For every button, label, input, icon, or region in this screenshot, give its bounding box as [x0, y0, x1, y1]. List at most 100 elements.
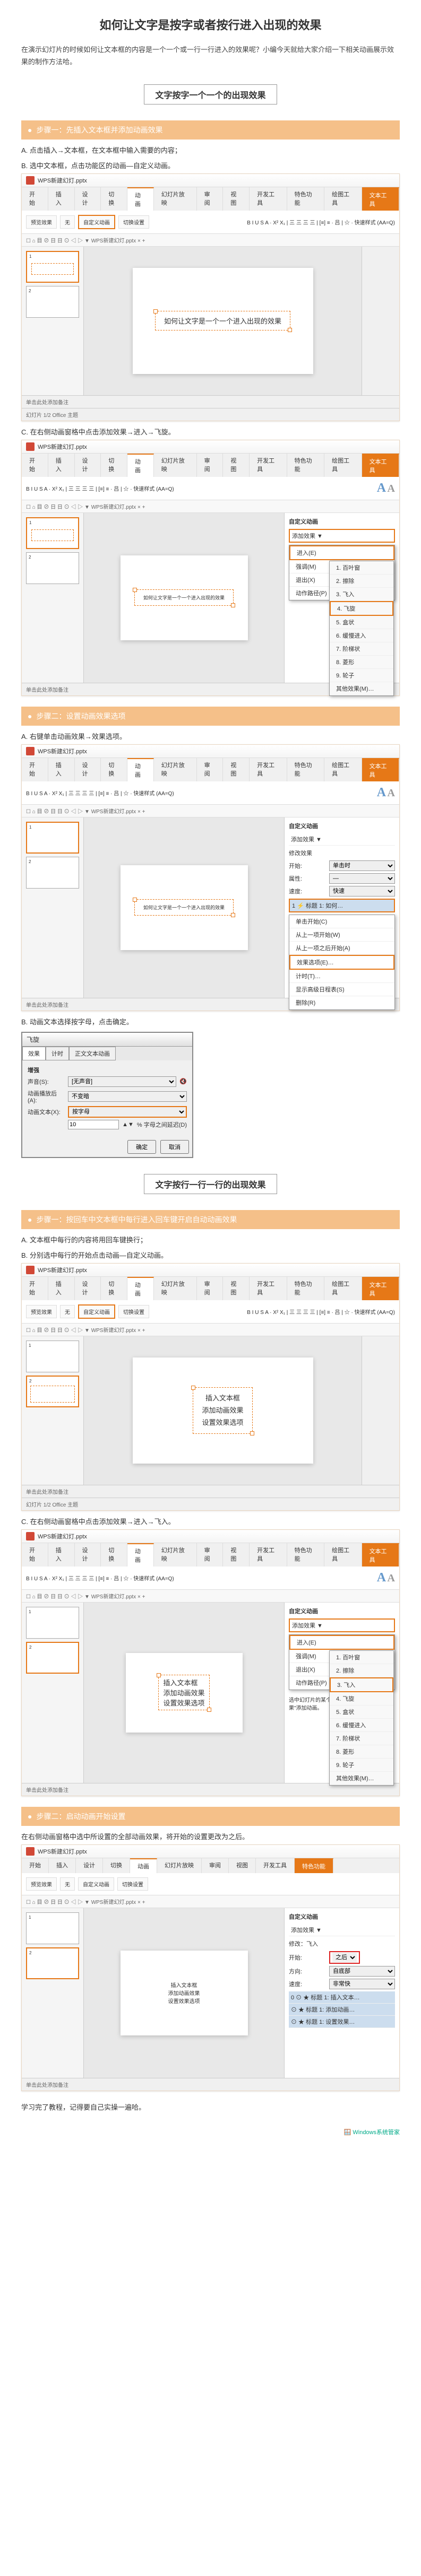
- dlg-tab-effect[interactable]: 效果: [22, 1047, 46, 1060]
- slide-thumb-2[interactable]: 2: [26, 286, 79, 318]
- anim-item-3[interactable]: ⊙ ★ 标题 1: 设置效果…: [289, 2016, 395, 2028]
- wps-filename: WPS新建幻灯.pptx: [38, 176, 87, 185]
- effect-wheel[interactable]: 9. 轮子: [330, 669, 393, 682]
- side-props: [362, 247, 399, 395]
- effect-fly-in[interactable]: 3. 飞入: [330, 1677, 393, 1692]
- after-select[interactable]: 不变暗: [68, 1091, 187, 1102]
- screenshot-1: WPS新建幻灯.pptx 开始 插入 设计 切换 动画 幻灯片放映 审阅 视图 …: [21, 173, 400, 421]
- enhance-label: 增强: [28, 1066, 187, 1074]
- anim-text-select[interactable]: 按字母: [68, 1106, 187, 1118]
- ctx-timing[interactable]: 计时(T)…: [289, 970, 394, 983]
- ctx-start-click[interactable]: 单击开始(C): [289, 915, 394, 928]
- wps-logo-icon: [26, 176, 35, 185]
- anim-text-label: 动画文本(X):: [28, 1108, 65, 1116]
- enter-submenu: 1. 百叶窗 2. 擦除 3. 飞入 4. 飞旋 5. 盒状 6. 缓慢进入 7…: [329, 561, 394, 696]
- anim-pane-title: 自定义动画: [289, 517, 395, 526]
- step-3c: C. 在右侧动画窗格中点击添加效果→进入→飞入。: [21, 1516, 400, 1526]
- anim-item-1[interactable]: 0 ⊙ ★ 标题 1: 插入文本…: [289, 1991, 395, 2004]
- anim-list-selected[interactable]: 1 ⚡ 标题 1: 如何…: [289, 899, 395, 912]
- tab-review[interactable]: 审阅: [197, 187, 224, 211]
- divider-1: 文字按字一个一个的出现效果: [144, 84, 277, 105]
- step-1b: B. 选中文本框，点击功能区的动画—自定义动画。: [21, 160, 400, 170]
- tab-view[interactable]: 视图: [223, 187, 250, 211]
- anim-add-effect-btn[interactable]: 添加效果 ▼: [289, 529, 395, 543]
- dlg-tab-timing[interactable]: 计时: [46, 1047, 69, 1060]
- step-3b: B. 分别选中每行的开始点击动画—自定义动画。: [21, 1250, 400, 1260]
- section-bar-4: 步骤二：启动动画开始设置: [21, 1807, 400, 1826]
- cancel-button[interactable]: 取消: [160, 1140, 189, 1154]
- tab-dev[interactable]: 开发工具: [250, 187, 287, 211]
- step-1c: C. 在右侧动画窗格中点击添加效果→进入→飞旋。: [21, 427, 400, 437]
- sound-label: 声音(S):: [28, 1077, 65, 1086]
- footer-logo: 🪟 Windows系统管家: [21, 2128, 400, 2136]
- wps-tabs: 开始 插入 设计 切换 动画 幻灯片放映 审阅 视图 开发工具 特色功能 绘图工…: [22, 187, 399, 211]
- effect-dialog: 飞旋 效果 计时 正文文本动画 增强 声音(S):[无声音] 🔇 动画播放后(A…: [21, 1032, 193, 1158]
- ctx-remove[interactable]: 删除(R): [289, 996, 394, 1009]
- ribbon-none[interactable]: 无: [60, 215, 75, 229]
- animation-pane: 自定义动画 添加效果 ▼ 进入(E) 强调(M) 退出(X) 动作路径(P) 1…: [284, 513, 399, 683]
- closing-text: 学习完了教程，记得要自己实操一遍哈。: [21, 2102, 400, 2112]
- tab-animation[interactable]: 动画: [127, 187, 154, 211]
- effect-blinds[interactable]: 1. 百叶窗: [330, 561, 393, 575]
- section-bar-3: 步骤一：按回车中文本框中每行进入回车键开启自动动画效果: [21, 1210, 400, 1229]
- delay-label: % 字母之间延迟(D): [137, 1120, 187, 1129]
- tab-special[interactable]: 特色功能: [287, 187, 324, 211]
- tab-draw[interactable]: 绘图工具: [324, 187, 362, 211]
- slide-thumb-1[interactable]: 1: [26, 251, 79, 283]
- notes-placeholder[interactable]: 单击此处添加备注: [26, 400, 68, 406]
- ctx-start-after[interactable]: 从上一项之后开始(A): [289, 942, 394, 955]
- ok-button[interactable]: 确定: [127, 1140, 156, 1154]
- anim-context-menu: 单击开始(C) 从上一项开始(W) 从上一项之后开始(A) 效果选项(E)… 计…: [289, 915, 395, 1010]
- tab-trans[interactable]: 切换: [101, 187, 127, 211]
- start-after-highlight[interactable]: 之后: [329, 1951, 360, 1964]
- ctx-effect-options[interactable]: 效果选项(E)…: [289, 955, 394, 970]
- tab-file[interactable]: 开始: [22, 187, 48, 211]
- step-2b: B. 动画文本选择按字母，点击确定。: [21, 1016, 400, 1026]
- divider-2: 文字按行一行一行的出现效果: [144, 1174, 277, 1194]
- screenshot-2: WPS新建幻灯.pptx 开始插入设计切换动画幻灯片放映审阅视图开发工具特色功能…: [21, 440, 400, 696]
- screenshot-4: WPS新建幻灯.pptx 开始插入设计切换动画幻灯片放映审阅视图开发工具特色功能…: [21, 1263, 400, 1511]
- effect-fly[interactable]: 3. 飞入: [330, 588, 393, 601]
- tab-text-tools[interactable]: 文本工具: [362, 187, 399, 211]
- screenshot-6: WPS新建幻灯.pptx 开始插入设计切换动画幻灯片放映审阅视图开发工具特色功能…: [21, 1844, 400, 2091]
- anim-item-2[interactable]: ⊙ ★ 标题 1: 添加动画…: [289, 2004, 395, 2016]
- effect-diamond[interactable]: 8. 菱形: [330, 656, 393, 669]
- tab-insert[interactable]: 插入: [48, 187, 75, 211]
- tab-show[interactable]: 幻灯片放映: [154, 187, 197, 211]
- screenshot-3: WPS新建幻灯.pptx 开始插入设计切换动画幻灯片放映审阅视图开发工具特色功能…: [21, 744, 400, 1011]
- start-select[interactable]: 单击时: [329, 860, 395, 871]
- modify-fly-label: 修改：飞入: [289, 1941, 318, 1947]
- ctx-adv-timeline[interactable]: 显示高级日程表(S): [289, 983, 394, 996]
- menu-enter[interactable]: 进入(E): [289, 545, 394, 560]
- section-bar-2: 步骤二：设置动画效果选项: [21, 707, 400, 726]
- effect-box[interactable]: 5. 盒状: [330, 616, 393, 629]
- section-bar-1: 步骤一：先插入文本框并添加动画效果: [21, 120, 400, 140]
- effect-more[interactable]: 其他效果(M)…: [330, 682, 393, 695]
- page-title: 如何让文字是按字或者按行进入出现的效果: [21, 16, 400, 33]
- delay-input[interactable]: [68, 1120, 119, 1129]
- quick-toolbar[interactable]: ☐ ⌂ 目 ⊘ 日 日 ⊙ ◁ ▷ ▼: [26, 238, 90, 244]
- status-bar: 幻灯片 1/2 Office 主题: [22, 408, 399, 421]
- textbox-selected[interactable]: 如何让文字是一个一个进入出现的效果: [155, 311, 290, 330]
- effect-slow[interactable]: 6. 缓慢进入: [330, 629, 393, 642]
- step-1a: A. 点击插入→文本框，在文本框中输入需要的内容；: [21, 145, 400, 155]
- ribbon-custom-anim[interactable]: 自定义动画: [78, 215, 115, 229]
- direction-label: 方向:: [289, 1967, 326, 1975]
- wps-logo-icon: [26, 442, 35, 451]
- ribbon-trans[interactable]: 切换设置: [118, 215, 149, 229]
- wps-ribbon: 预览效果 无 自定义动画 切换设置 B I U S A · X² X₁ | 三 …: [22, 211, 399, 234]
- effect-wipe[interactable]: 2. 擦除: [330, 575, 393, 588]
- sound-select[interactable]: [无声音]: [68, 1076, 176, 1087]
- after-label: 动画播放后(A):: [28, 1089, 65, 1104]
- dlg-tab-text[interactable]: 正文文本动画: [69, 1047, 116, 1060]
- ctx-start-prev[interactable]: 从上一项开始(W): [289, 928, 394, 942]
- multiline-textbox[interactable]: 插入文本框 添加动画效果 设置效果选项: [193, 1387, 252, 1434]
- effect-step[interactable]: 7. 阶梯状: [330, 642, 393, 656]
- ribbon-preview[interactable]: 预览效果: [26, 215, 57, 229]
- ribbon-right-tools[interactable]: B I U S A · X² X₁ | 三 三 三 三 | [≡] ≡ · 吕 …: [247, 218, 395, 226]
- tab-design[interactable]: 设计: [75, 187, 101, 211]
- step-2a: A. 右键单击动画效果→效果选项。: [21, 731, 400, 741]
- font-style-icon[interactable]: A A: [377, 481, 395, 495]
- effect-spin[interactable]: 4. 飞旋: [330, 601, 393, 616]
- intro-text: 在演示幻灯片的时候如何让文本框的内容是一个一个或一行一行进入的效果呢？小编今天就…: [21, 43, 400, 68]
